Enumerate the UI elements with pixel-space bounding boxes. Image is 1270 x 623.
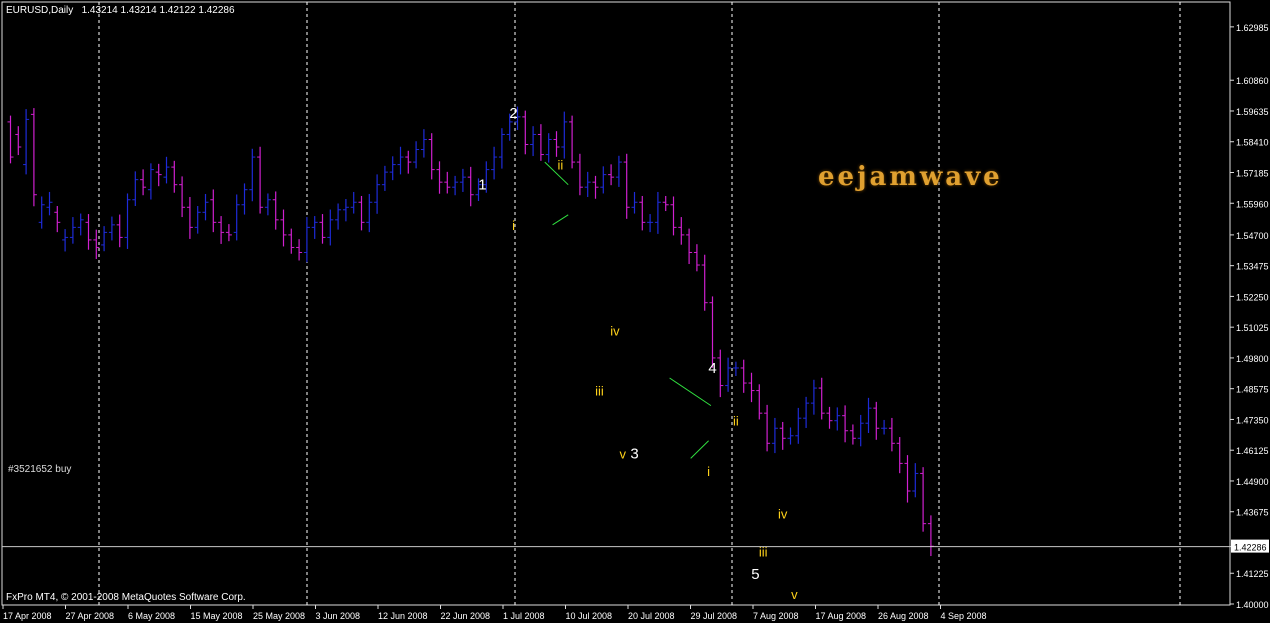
x-tick-label: 6 May 2008 <box>128 611 175 621</box>
current-price-label: 1.42286 <box>1234 543 1267 553</box>
x-tick-label: 15 May 2008 <box>191 611 243 621</box>
ohlc-low: 1.42122 <box>159 5 196 16</box>
y-tick-label: 1.44900 <box>1236 477 1269 487</box>
ohlc-open: 1.43214 <box>81 5 118 16</box>
wave-label: ii <box>733 414 739 429</box>
y-tick-label: 1.54700 <box>1236 231 1269 241</box>
y-tick-label: 1.53475 <box>1236 262 1269 272</box>
x-tick-label: 4 Sep 2008 <box>941 611 987 621</box>
y-tick-label: 1.60860 <box>1236 76 1269 86</box>
x-tick-label: 1 Jul 2008 <box>503 611 545 621</box>
chart-background <box>0 0 1270 623</box>
x-tick-label: 3 Jun 2008 <box>316 611 361 621</box>
wave-label: 2 <box>509 105 517 122</box>
wave-label: 5 <box>751 566 759 583</box>
y-tick-label: 1.49800 <box>1236 354 1269 364</box>
x-tick-label: 20 Jul 2008 <box>628 611 675 621</box>
wave-label: i <box>512 218 515 233</box>
x-tick-label: 29 Jul 2008 <box>691 611 738 621</box>
wave-label: 4 <box>708 360 716 377</box>
y-tick-label: 1.51025 <box>1236 323 1269 333</box>
y-tick-label: 1.40000 <box>1236 600 1269 610</box>
wave-label: i <box>707 464 710 479</box>
wave-label: 3 <box>630 445 638 462</box>
y-tick-label: 1.43675 <box>1236 508 1269 518</box>
y-tick-label: 1.59635 <box>1236 107 1269 117</box>
price-chart[interactable]: 12iiiiviiiv 34iiiiviii5v 1.629851.608601.… <box>0 0 1270 623</box>
x-tick-label: 10 Jul 2008 <box>566 611 613 621</box>
y-tick-label: 1.46125 <box>1236 446 1269 456</box>
copyright-text: FxPro MT4, © 2001-2008 MetaQuotes Softwa… <box>6 592 246 603</box>
order-label[interactable]: #3521652 buy <box>8 464 71 475</box>
x-tick-label: 12 Jun 2008 <box>378 611 428 621</box>
x-tick-label: 22 Jun 2008 <box>441 611 491 621</box>
x-tick-label: 26 Aug 2008 <box>878 611 929 621</box>
chart-header: EURUSD,Daily 1.43214 1.43214 1.42122 1.4… <box>6 5 235 16</box>
wave-label: iv <box>610 323 620 338</box>
x-tick-label: 25 May 2008 <box>253 611 305 621</box>
y-tick-label: 1.57185 <box>1236 168 1269 178</box>
wave-label: v <box>620 446 627 461</box>
wave-label: iv <box>778 507 788 522</box>
y-tick-label: 1.52250 <box>1236 292 1269 302</box>
y-tick-label: 1.55960 <box>1236 199 1269 209</box>
x-tick-label: 7 Aug 2008 <box>753 611 799 621</box>
wave-label: iii <box>595 384 604 399</box>
x-tick-label: 17 Apr 2008 <box>3 611 52 621</box>
wave-label: 1 <box>478 177 486 194</box>
ohlc-close: 1.42286 <box>198 5 235 16</box>
brand-logo: eejamwave <box>818 162 1003 192</box>
y-tick-label: 1.58410 <box>1236 138 1269 148</box>
wave-label: v <box>791 587 798 602</box>
y-tick-label: 1.62985 <box>1236 23 1269 33</box>
ohlc-high: 1.43214 <box>120 5 157 16</box>
symbol-timeframe: EURUSD,Daily <box>6 5 74 16</box>
y-tick-label: 1.47350 <box>1236 415 1269 425</box>
wave-label: ii <box>558 158 564 173</box>
y-tick-label: 1.41225 <box>1236 569 1269 579</box>
x-tick-label: 27 Apr 2008 <box>66 611 115 621</box>
x-tick-label: 17 Aug 2008 <box>816 611 867 621</box>
y-tick-label: 1.48575 <box>1236 385 1269 395</box>
